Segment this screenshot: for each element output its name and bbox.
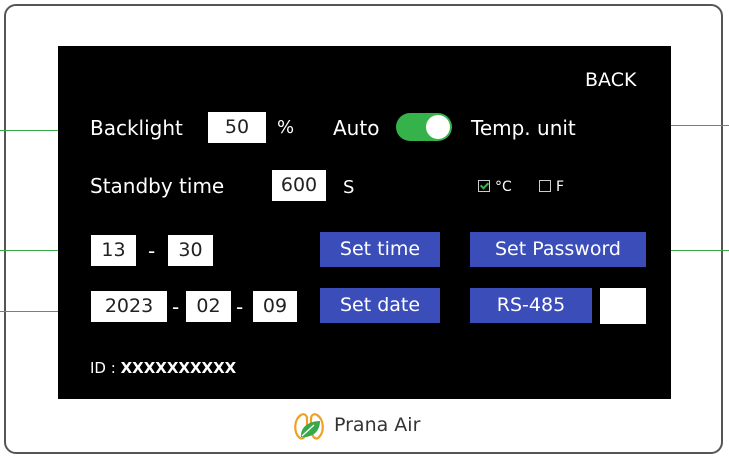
- fahrenheit-checkbox-icon: [539, 180, 551, 192]
- celsius-option[interactable]: °C: [478, 180, 512, 194]
- brand-name: Prana Air: [334, 414, 421, 436]
- day-input[interactable]: 09: [253, 291, 297, 322]
- minute-input[interactable]: 30: [168, 235, 213, 266]
- device-screen: [58, 46, 671, 399]
- rs485-button[interactable]: RS-485: [470, 288, 592, 323]
- device-id-value: XXXXXXXXXX: [120, 359, 237, 377]
- rs485-input[interactable]: [600, 288, 646, 324]
- time-separator: -: [148, 239, 156, 263]
- celsius-checkbox-icon: [478, 180, 490, 192]
- standby-input[interactable]: 600: [272, 170, 326, 201]
- auto-toggle[interactable]: [396, 113, 452, 141]
- backlight-unit: %: [277, 117, 295, 138]
- hour-input[interactable]: 13: [91, 235, 136, 266]
- date-separator-2: -: [236, 295, 244, 319]
- backlight-input[interactable]: 50: [208, 112, 266, 143]
- celsius-label: °C: [495, 179, 512, 195]
- temp-unit-label: Temp. unit: [471, 116, 576, 140]
- backlight-label: Backlight: [90, 116, 183, 140]
- device-id: ID : XXXXXXXXXX: [90, 356, 236, 380]
- set-date-button[interactable]: Set date: [320, 288, 440, 323]
- fahrenheit-option[interactable]: F: [539, 180, 564, 194]
- auto-label: Auto: [333, 116, 380, 140]
- standby-unit: S: [343, 177, 355, 198]
- year-input[interactable]: 2023: [91, 291, 167, 322]
- back-button[interactable]: BACK: [585, 68, 636, 92]
- toggle-knob: [426, 115, 450, 139]
- device-id-prefix: ID :: [90, 359, 116, 377]
- standby-label: Standby time: [90, 174, 225, 198]
- month-input[interactable]: 02: [186, 291, 231, 322]
- fahrenheit-label: F: [556, 179, 565, 195]
- set-password-button[interactable]: Set Password: [470, 232, 646, 267]
- prana-air-logo-icon: [294, 413, 324, 440]
- date-separator-1: -: [172, 295, 180, 319]
- set-time-button[interactable]: Set time: [320, 232, 440, 267]
